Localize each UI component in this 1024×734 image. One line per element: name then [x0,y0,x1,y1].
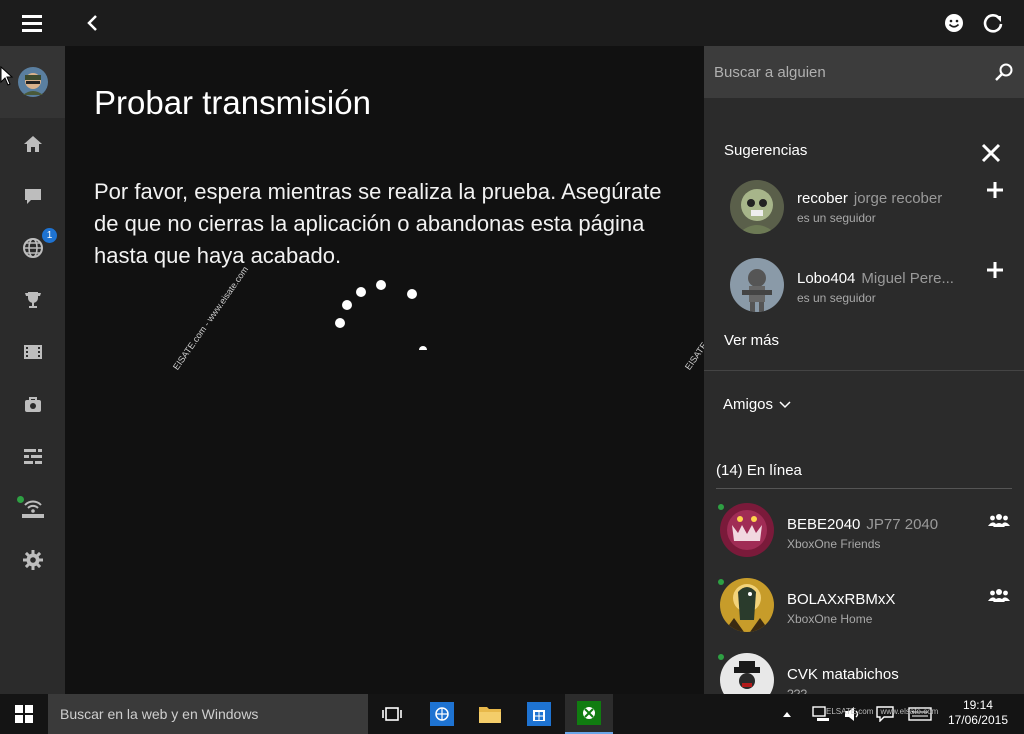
party-icon[interactable] [988,512,1010,528]
friend-item[interactable]: BEBE2040 JP77 2040 XboxOne Friends [704,498,1024,570]
clock[interactable]: 19:14 17/06/2015 [948,698,1008,728]
smiley-icon [945,14,963,32]
avatar [720,503,774,557]
start-button[interactable] [0,694,48,734]
windows-taskbar: Buscar en la web y en Windows ELSATE.com… [0,694,1024,734]
globe-icon [22,238,43,258]
tray-chevron-up-icon[interactable] [782,710,792,718]
suggestion-item[interactable]: Lobo404 Miguel Pere... es un seguidor [704,252,1024,322]
nav-settings[interactable] [0,534,65,586]
notification-badge: 1 [42,228,57,243]
chat-icon [24,189,41,204]
page-title: Probar transmisión [94,84,371,121]
party-icon[interactable] [988,587,1010,603]
nav-connect[interactable] [0,482,65,534]
task-view-icon [382,707,402,721]
taskbar-search-placeholder: Buscar en la web y en Windows [60,706,259,722]
taskbar-file-explorer[interactable] [466,694,514,734]
menu-icon[interactable] [9,0,55,46]
suggestion-subtitle: es un seguidor [797,291,876,305]
guide-icon [23,449,42,464]
zombie-avatar-icon [730,180,784,234]
loading-spinner [330,276,430,356]
nav-game-dvr[interactable] [0,326,65,378]
search-input[interactable] [714,60,984,84]
nav-achievements[interactable] [0,274,65,326]
suggestion-subtitle: es un seguidor [797,211,876,225]
online-count: (14) En línea [716,462,802,479]
online-dot [718,504,724,510]
film-icon [23,345,42,359]
mouse-cursor-icon [0,66,14,86]
test-message: Por favor, espera mientras se realiza la… [94,179,662,268]
suggestion-name: recober jorge recober [797,190,943,207]
divider [716,488,1012,489]
clock-time: 19:14 [962,698,993,712]
back-arrow-icon [87,15,97,31]
friends-dropdown[interactable]: Amigos [723,396,791,413]
avatar [730,180,784,234]
friend-item[interactable]: CVK matabichos ??? [704,648,1024,694]
folder-icon [479,707,501,723]
see-more-link[interactable]: Ver más [724,332,779,349]
avatar [720,578,774,632]
xbox-icon [577,701,601,725]
avatar [730,258,784,312]
trophy-icon [24,292,41,308]
connected-dot [17,496,24,503]
friend-name: CVK matabichos [787,666,899,683]
monster-avatar-icon [720,503,774,557]
bird-avatar-icon [720,578,774,632]
refresh-button[interactable] [970,0,1016,46]
top-bar [0,0,1024,46]
tray-watermark: ELSATE.com - www.elsate.com [826,707,939,716]
main-content: Probar transmisión Por favor, espera mie… [65,46,762,694]
store-bag-icon [24,397,41,412]
friend-name: BOLAXxRBMxX [787,591,896,608]
nav-home[interactable] [0,118,65,170]
people-panel: Sugerencias recoberjorge recober es un s… [704,46,1024,694]
browser-icon [430,702,454,726]
online-dot [718,579,724,585]
gamerpic-icon [17,67,48,97]
suggestions-heading: Sugerencias [724,142,808,159]
add-friend-icon[interactable] [986,181,1004,199]
home-icon [23,136,42,152]
taskbar-ie[interactable] [418,694,466,734]
suggestion-name: Lobo404 Miguel Pere... [797,270,954,287]
nav-activity[interactable]: 1 [0,222,65,274]
windows-logo-icon [15,705,33,723]
cowboy-avatar-icon [720,653,774,694]
suggestion-item[interactable]: recober jorge recober es un seguidor [704,172,1024,242]
navigation-rail: 1 [0,46,65,694]
friend-status: XboxOne Friends [787,537,881,551]
people-search [704,46,1024,98]
gear-icon [22,550,43,570]
divider [704,370,1024,371]
add-friend-icon[interactable] [986,261,1004,279]
nav-onegide[interactable] [0,430,65,482]
friend-item[interactable]: BOLAXxRBMxX XboxOne Home [704,573,1024,645]
task-view-button[interactable] [368,694,416,734]
friend-name: BEBE2040 JP77 2040 [787,516,939,533]
nav-store[interactable] [0,378,65,430]
nav-messages[interactable] [0,170,65,222]
clock-date: 17/06/2015 [947,713,1008,727]
taskbar-store[interactable] [515,694,563,734]
store-icon [527,702,551,726]
online-dot [718,654,724,660]
search-icon[interactable] [994,62,1014,82]
friend-status: ??? [787,687,808,694]
watermark-text: EISATE.com - www.eisate.com [171,264,251,372]
avatar [720,653,774,694]
soldier-avatar-icon [730,258,784,312]
taskbar-search-box[interactable]: Buscar en la web y en Windows [48,694,368,734]
friend-status: XboxOne Home [787,612,873,626]
taskbar-xbox[interactable] [565,694,613,734]
refresh-icon [983,14,1003,33]
chevron-down-icon [779,401,791,409]
close-icon[interactable] [978,140,1004,166]
back-button[interactable] [70,0,116,46]
